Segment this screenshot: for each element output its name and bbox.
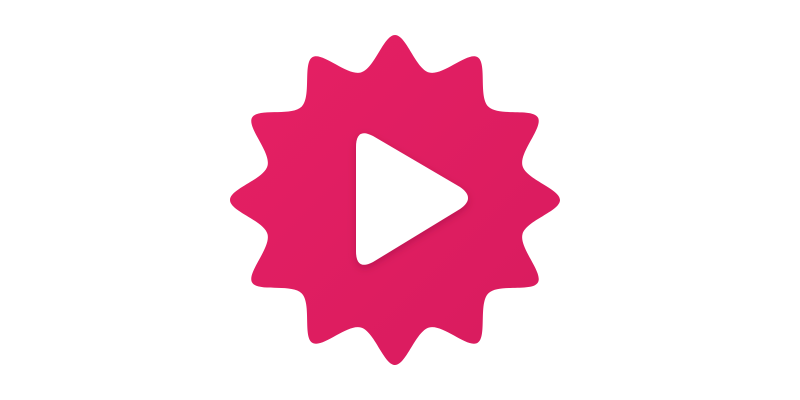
- play-badge-logo: [230, 35, 560, 365]
- play-badge-svg: [230, 35, 560, 365]
- canvas: [0, 0, 800, 400]
